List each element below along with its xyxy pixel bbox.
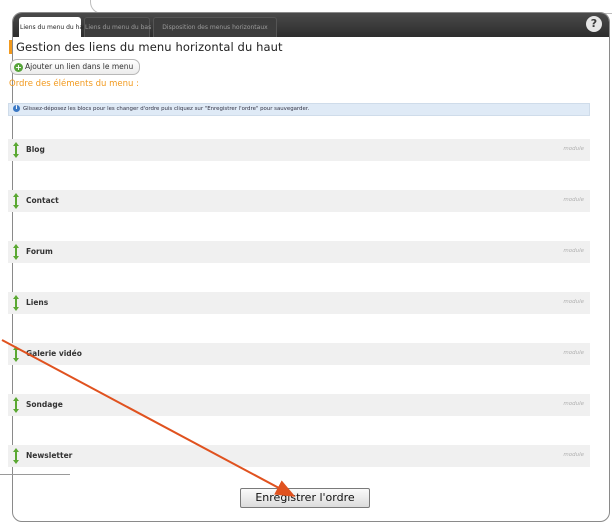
menu-item-type: module bbox=[563, 452, 584, 458]
menu-item-type: module bbox=[563, 401, 584, 407]
drag-handle-icon[interactable] bbox=[13, 397, 19, 413]
save-order-button[interactable]: Enregistrer l'ordre bbox=[240, 488, 370, 508]
info-message: i Glissez-déposez les blocs pour les chan… bbox=[8, 103, 590, 116]
menu-item-label: Contact bbox=[26, 196, 59, 205]
tab-horizontal-menus-layout[interactable]: Disposition des menus horizontaux bbox=[153, 17, 277, 37]
page-title: Gestion des liens du menu horizontal du … bbox=[9, 40, 283, 54]
tab-label: Disposition des menus horizontaux bbox=[162, 24, 268, 31]
menu-item-type: module bbox=[563, 248, 584, 254]
menu-item[interactable]: Contact module bbox=[8, 190, 590, 212]
menu-item-type: module bbox=[563, 299, 584, 305]
menu-item-label: Newsletter bbox=[26, 451, 73, 460]
menu-item-label: Sondage bbox=[26, 400, 63, 409]
menu-order-heading: Ordre des éléments du menu : bbox=[9, 79, 139, 89]
menu-item-type: module bbox=[563, 350, 584, 356]
drag-handle-icon[interactable] bbox=[13, 346, 19, 362]
drag-handle-icon[interactable] bbox=[13, 295, 19, 311]
menu-item[interactable]: Liens module bbox=[8, 292, 590, 314]
info-icon: i bbox=[13, 105, 20, 112]
menu-item[interactable]: Galerie vidéo module bbox=[8, 343, 590, 365]
help-icon[interactable]: ? bbox=[586, 16, 602, 32]
bottom-divider bbox=[0, 474, 70, 475]
menu-item[interactable]: Forum module bbox=[8, 241, 590, 263]
menu-item-label: Forum bbox=[26, 247, 53, 256]
tab-label: Liens du menu du haut bbox=[20, 24, 90, 31]
menu-item-label: Blog bbox=[26, 145, 45, 154]
tab-bar: Liens du menu du haut Liens du menu du b… bbox=[13, 13, 609, 37]
add-link-label: Ajouter un lien dans le menu bbox=[25, 62, 134, 71]
menu-item-label: Galerie vidéo bbox=[26, 349, 82, 358]
plus-icon: + bbox=[14, 62, 23, 72]
menu-item[interactable]: Newsletter module bbox=[8, 445, 590, 467]
drag-handle-icon[interactable] bbox=[13, 193, 19, 209]
drag-handle-icon[interactable] bbox=[13, 142, 19, 158]
info-text: Glissez-déposez les blocs pour les chang… bbox=[23, 106, 310, 112]
tab-label: Liens du menu du bas bbox=[85, 24, 152, 31]
tab-bottom-menu-links[interactable]: Liens du menu du bas bbox=[84, 17, 152, 37]
menu-item-type: module bbox=[563, 146, 584, 152]
drag-handle-icon[interactable] bbox=[13, 448, 19, 464]
add-link-button[interactable]: + Ajouter un lien dans le menu bbox=[10, 59, 141, 75]
tab-top-menu-links[interactable]: Liens du menu du haut bbox=[19, 17, 89, 37]
menu-item-label: Liens bbox=[26, 298, 49, 307]
menu-item[interactable]: Sondage module bbox=[8, 394, 590, 416]
menu-item-type: module bbox=[563, 197, 584, 203]
drag-handle-icon[interactable] bbox=[13, 244, 19, 260]
menu-item[interactable]: Blog module bbox=[8, 139, 590, 161]
